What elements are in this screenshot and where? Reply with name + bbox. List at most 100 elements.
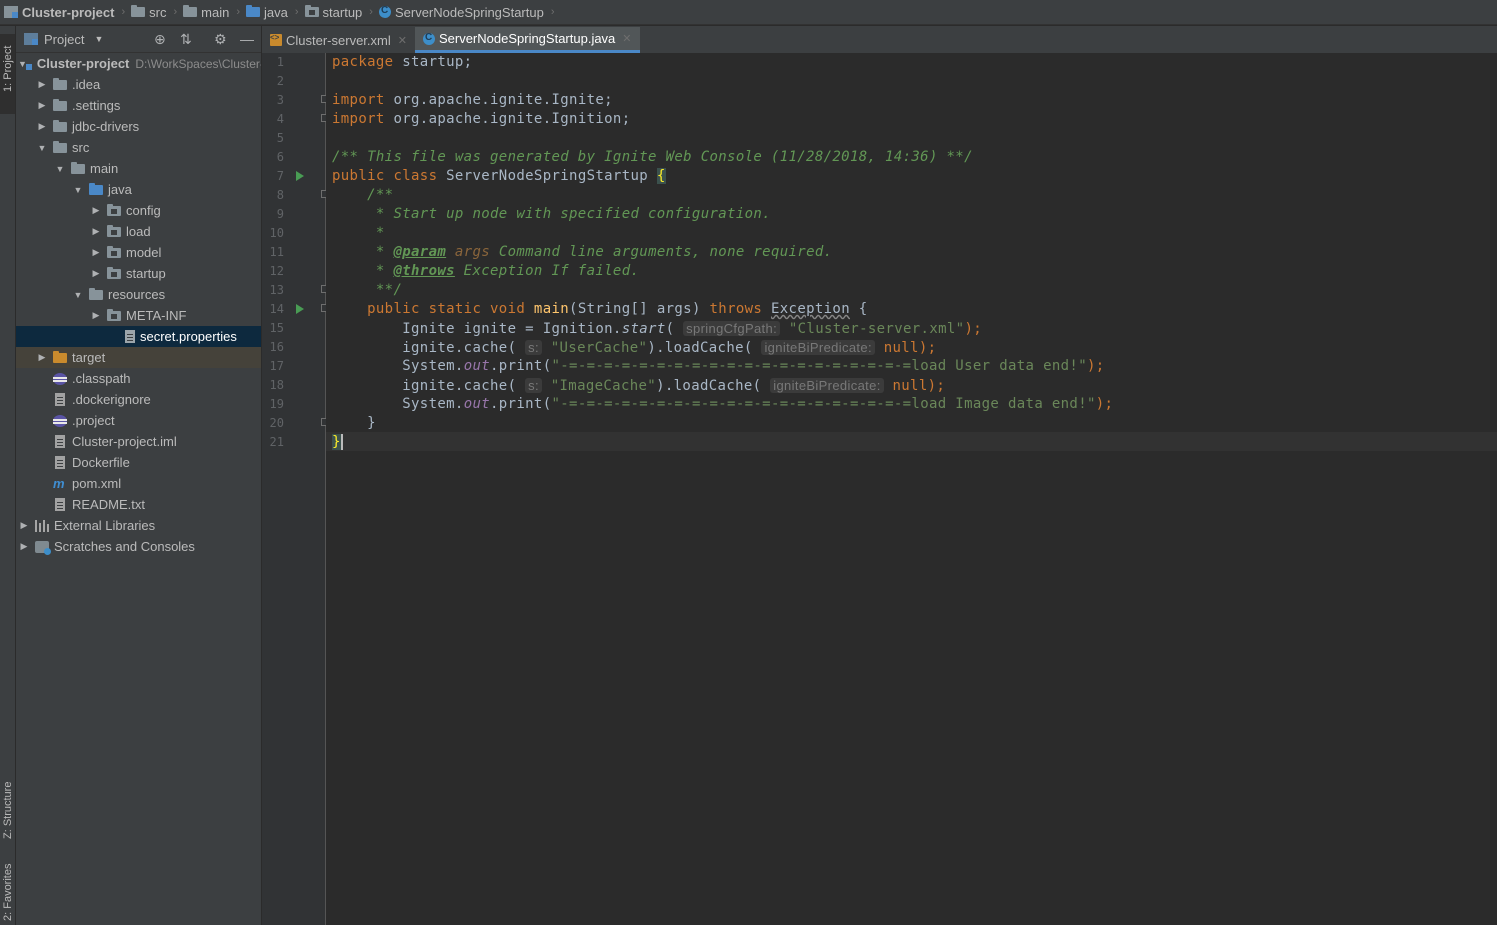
collapsed-arrow-icon[interactable]: ▶ [18,520,30,531]
locate-icon[interactable]: ⊕ [154,31,166,48]
code-line: * Start up node with specified configura… [332,206,771,222]
tree-item-target[interactable]: ▶ target [16,347,261,368]
line-number: 9 [276,207,284,221]
code-line: public class ServerNodeSpringStartup { [332,168,666,184]
tree-item-cluster-project[interactable]: ▼ Cluster-project D:\WorkSpaces\Cluster-… [16,53,261,74]
tab-server-node-spring-startup[interactable]: ServerNodeSpringStartup.java ✕ [414,27,640,53]
tree-item-external-libraries[interactable]: ▶ External Libraries [16,515,261,536]
expand-arrow-icon[interactable]: ▼ [72,290,84,300]
hide-icon[interactable]: — [240,31,254,47]
code-line: } [332,415,376,431]
project-panel-toolbar: Project ▼ ⊕ ⇅ ⚙ — [16,26,261,53]
tree-item-meta-inf[interactable]: ▶ META-INF [16,305,261,326]
breadcrumb-startup[interactable]: startup [304,5,362,20]
tree-item-config[interactable]: ▶ config [16,200,261,221]
collapsed-arrow-icon[interactable]: ▶ [18,541,30,552]
collapsed-arrow-icon[interactable]: ▶ [36,100,48,111]
tab-structure-tool[interactable]: Z: Structure [0,761,15,841]
tree-item-classpath[interactable]: .classpath [16,368,261,389]
collapsed-arrow-icon[interactable]: ▶ [36,121,48,132]
code-line: /** This file was generated by Ignite We… [332,149,973,165]
code-editor[interactable]: package startup; import org.apache.ignit… [326,53,1497,925]
gear-icon[interactable]: ⚙ [214,31,227,48]
breadcrumb-class[interactable]: ServerNodeSpringStartup [378,5,544,20]
tree-item-project[interactable]: .project [16,410,261,431]
tree-item-startup[interactable]: ▶ startup [16,263,261,284]
tree-item-pom-xml[interactable]: m pom.xml [16,473,261,494]
expand-arrow-icon[interactable]: ▼ [54,164,66,174]
collapsed-arrow-icon[interactable]: ▶ [90,226,102,237]
line-number: 12 [269,264,284,278]
tree-item-resources[interactable]: ▼ resources [16,284,261,305]
tree-item-dockerignore[interactable]: .dockerignore [16,389,261,410]
code-line: * @throws Exception If failed. [332,263,640,279]
line-number: 2 [276,74,284,88]
tree-item-settings[interactable]: ▶ .settings [16,95,261,116]
collapsed-arrow-icon[interactable]: ▶ [36,79,48,90]
tree-item-main[interactable]: ▼ main [16,158,261,179]
line-number: 14 [269,302,284,316]
code-line: public static void main(String[] args) t… [332,301,868,317]
line-number: 19 [269,397,284,411]
folder-icon [53,98,67,111]
collapsed-arrow-icon[interactable]: ▶ [36,352,48,363]
breadcrumb-java[interactable]: java [246,5,288,20]
source-folder-icon [246,5,261,17]
line-number: 6 [276,150,284,164]
tree-item-dockerfile[interactable]: Dockerfile [16,452,261,473]
tree-item-src[interactable]: ▼ src [16,137,261,158]
tree-item-scratches[interactable]: ▶ Scratches and Consoles [16,536,261,557]
module-file-icon [55,435,65,448]
line-number: 7 [276,169,284,183]
tree-item-model[interactable]: ▶ model [16,242,261,263]
tree-item-secret-properties[interactable]: secret.properties [16,326,261,347]
folder-icon [183,5,198,17]
line-number: 15 [269,321,284,335]
collapsed-arrow-icon[interactable]: ▶ [90,247,102,258]
tab-cluster-server-xml[interactable]: Cluster-server.xml ✕ [262,27,415,53]
code-line: import org.apache.ignite.Ignition; [332,111,631,127]
tree-item-load[interactable]: ▶ load [16,221,261,242]
tree-item-cluster-project-iml[interactable]: Cluster-project.iml [16,431,261,452]
parameter-hint: s: [525,340,542,355]
source-folder-icon [89,182,103,195]
chevron-down-icon[interactable]: ▼ [94,34,103,44]
expand-arrow-icon[interactable]: ▼ [36,143,48,153]
xml-file-icon [270,33,282,46]
left-tool-strip: 1: Project Z: Structure 2: Favorites [0,26,16,925]
package-icon [304,5,319,17]
close-icon[interactable]: ✕ [622,32,631,45]
tab-favorites-tool[interactable]: 2: Favorites [0,861,15,925]
collapsed-arrow-icon[interactable]: ▶ [90,205,102,216]
tree-item-jdbc-drivers[interactable]: ▶ jdbc-drivers [16,116,261,137]
project-view-selector[interactable]: Project [44,32,84,47]
run-class-icon[interactable] [296,171,304,181]
breadcrumb-src[interactable]: src [131,5,166,20]
tree-item-readme[interactable]: README.txt [16,494,261,515]
collapse-all-icon[interactable]: ⇅ [180,31,192,48]
code-line: ignite.cache( s: "ImageCache").loadCache… [332,378,946,394]
package-icon [107,266,121,279]
expand-arrow-icon[interactable]: ▼ [72,185,84,195]
breadcrumb-project[interactable]: Cluster-project [4,5,114,20]
tab-project-tool[interactable]: 1: Project [0,34,15,114]
package-icon [107,224,121,237]
collapsed-arrow-icon[interactable]: ▶ [90,310,102,321]
parameter-hint: igniteBiPredicate: [770,378,884,393]
code-line: * [332,225,385,241]
run-main-icon[interactable] [296,304,304,314]
eclipse-file-icon [53,414,67,427]
breadcrumb-main[interactable]: main [183,5,229,20]
line-number: 13 [269,283,284,297]
collapsed-arrow-icon[interactable]: ▶ [90,268,102,279]
line-number: 10 [269,226,284,240]
resources-folder-icon [89,287,103,300]
eclipse-file-icon [53,372,67,385]
code-line: System.out.print("-=-=-=-=-=-=-=-=-=-=-=… [332,358,1105,374]
properties-file-icon [125,330,135,343]
text-file-icon [55,498,65,511]
close-icon[interactable]: ✕ [398,34,407,47]
tree-item-idea[interactable]: ▶ .idea [16,74,261,95]
folder-icon [53,77,67,90]
tree-item-java[interactable]: ▼ java [16,179,261,200]
